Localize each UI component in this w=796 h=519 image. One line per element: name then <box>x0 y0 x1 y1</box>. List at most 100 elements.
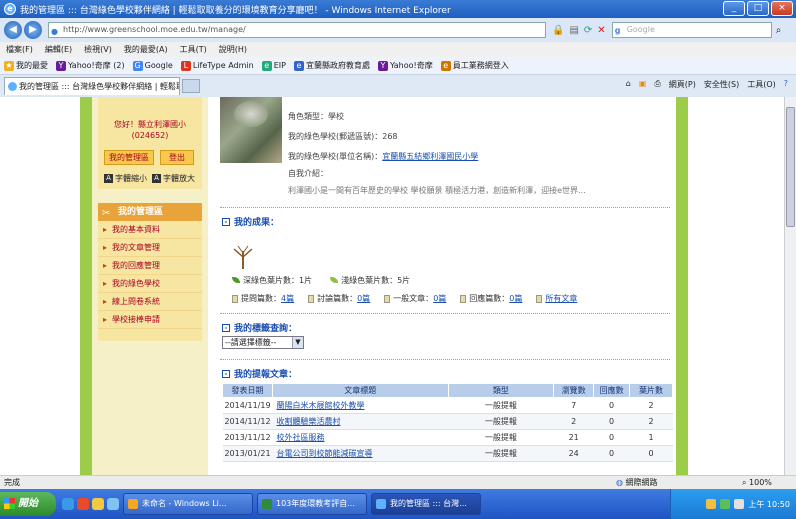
search-input[interactable]: g Google <box>611 22 772 38</box>
menu-item-relay[interactable]: 學校接棒申請 <box>98 311 202 329</box>
header-title[interactable]: 文章標題 <box>271 383 449 398</box>
home-icon[interactable]: ⌂ <box>626 79 631 90</box>
task-live-writer[interactable]: 未命名 - Windows Li... <box>123 493 253 515</box>
fav-eip[interactable]: e EIP <box>261 60 286 71</box>
cmd-safety[interactable]: 安全性(S) <box>704 79 739 90</box>
cell-leaves: 2 <box>629 397 673 414</box>
firefox-icon[interactable] <box>77 498 89 510</box>
fav-lifetype[interactable]: L LifeType Admin <box>180 60 254 71</box>
cell-responses: 0 <box>593 413 630 430</box>
search-icon[interactable]: ⌕ <box>776 25 782 36</box>
menu-item-articles[interactable]: 我的文章管理 <box>98 239 202 257</box>
fav-yahoo2[interactable]: Y Yahoo!奇摩 (2) <box>56 60 125 71</box>
chrome-icon[interactable] <box>92 498 104 510</box>
minimize-button[interactable]: _ <box>723 1 745 16</box>
scroll-thumb[interactable] <box>786 107 795 227</box>
cell-title-link[interactable]: 校外社區服務 <box>272 429 449 446</box>
menu-item-responses[interactable]: 我的回應管理 <box>98 257 202 275</box>
header-leaves[interactable]: 葉片數 <box>629 383 673 398</box>
cmd-tools[interactable]: 工具(O) <box>747 79 776 90</box>
school-label: 我的綠色學校(單位名稱)： <box>288 152 383 161</box>
menu-tools[interactable]: 工具(T) <box>180 44 207 55</box>
vertical-scrollbar[interactable] <box>784 97 796 475</box>
manage-button[interactable]: 我的管理區 <box>104 150 154 165</box>
menu-item-profile[interactable]: 我的基本資料 <box>98 221 202 239</box>
cmd-page[interactable]: 網頁(P) <box>669 79 696 90</box>
start-button[interactable]: 開始 <box>0 492 56 516</box>
tray-icon[interactable] <box>706 499 717 509</box>
maximize-button[interactable]: □ <box>747 1 769 16</box>
task-label: 我的管理區 ::: 台灣... <box>390 499 467 508</box>
cell-type: 一般提報 <box>448 429 554 446</box>
cell-title-link[interactable]: 收割體驗樂活農村 <box>272 413 449 430</box>
font-smaller-button[interactable]: A 字體縮小 <box>104 173 147 184</box>
back-button[interactable]: ◀ <box>4 21 22 39</box>
font-larger-button[interactable]: A 字體放大 <box>152 173 195 184</box>
zoom-control[interactable]: ⌕ 100% <box>742 476 772 489</box>
articles-title[interactable]: - 我的提報文章： <box>222 367 297 380</box>
ie-icon: e <box>4 3 16 15</box>
close-button[interactable]: × <box>771 1 793 16</box>
network-icon[interactable] <box>720 499 731 509</box>
tab-manage[interactable]: 我的管理區 ::: 台灣綠色學校夥伴網絡 | 輕鬆取取... <box>4 77 180 95</box>
logout-button[interactable]: 登出 <box>160 150 194 165</box>
count-label: 一般文章： <box>393 294 434 303</box>
forward-button[interactable]: ▶ <box>24 21 42 39</box>
cell-views: 21 <box>553 429 594 446</box>
school-link[interactable]: 宜蘭縣五結鄉利澤國民小學 <box>382 152 478 161</box>
fav-yahoo[interactable]: Y Yahoo!奇摩 <box>377 60 433 71</box>
count-value[interactable]: 0篇 <box>433 294 446 303</box>
system-tray: 上午 10:50 <box>670 489 796 519</box>
volume-icon[interactable] <box>734 499 745 509</box>
achievements-title[interactable]: - 我的成果： <box>222 215 279 228</box>
fav-gov[interactable]: e 宜蘭縣政府教育處 <box>293 60 370 71</box>
clock[interactable]: 上午 10:50 <box>748 499 790 510</box>
menu-help[interactable]: 說明(H) <box>219 44 247 55</box>
favorites-star[interactable]: ★ 我的最愛 <box>4 60 48 71</box>
compat-icon[interactable]: ▤ <box>569 25 578 36</box>
desktop-icon[interactable] <box>107 498 119 510</box>
fav-label: Yahoo!奇摩 <box>389 61 433 70</box>
task-excel[interactable]: 103年度環教考評自... <box>257 493 367 515</box>
header-date[interactable]: 發表日期 <box>222 383 273 398</box>
leaf-icon <box>330 277 339 283</box>
count-value[interactable]: 0篇 <box>357 294 370 303</box>
ie-icon[interactable] <box>62 498 74 510</box>
doc-icon <box>384 294 391 303</box>
menu-title-text: 我的管理區 <box>118 207 164 217</box>
all-articles-link[interactable]: 所有文章 <box>545 294 577 303</box>
page-icon: ● <box>51 27 58 36</box>
count-value[interactable]: 4篇 <box>281 294 294 303</box>
count-questions: 提問篇數：4篇 <box>232 293 294 304</box>
refresh-icon[interactable]: ⟳ <box>584 25 592 36</box>
tag-select[interactable]: --請選擇標籤-- ▼ <box>222 336 304 349</box>
task-ie[interactable]: 我的管理區 ::: 台灣... <box>371 493 481 515</box>
menu-file[interactable]: 檔案(F) <box>6 44 33 55</box>
fav-google[interactable]: G Google <box>132 60 173 71</box>
cell-title-link[interactable]: 台電公司到校節能減碳宣導 <box>272 445 449 462</box>
header-responses[interactable]: 回應數 <box>593 383 631 398</box>
print-icon[interactable]: ⎙ <box>654 79 660 90</box>
manage-menu: ✂我的管理區 我的基本資料 我的文章管理 我的回應管理 我的綠色學校 線上問卷系… <box>98 203 202 341</box>
feeds-icon[interactable]: ▣ <box>639 79 647 90</box>
table-row: 2013/11/12 校外社區服務 一般提報 21 0 1 <box>222 429 673 446</box>
menu-item-green-school[interactable]: 我的綠色學校 <box>98 275 202 293</box>
new-tab-button[interactable] <box>182 79 200 93</box>
fav-label: EIP <box>273 61 286 70</box>
stop-icon[interactable]: ✕ <box>597 25 605 36</box>
url-input[interactable]: ● http://www.greenschool.moe.edu.tw/mana… <box>48 22 546 38</box>
lock-icon[interactable]: 🔒 <box>552 25 564 36</box>
header-views[interactable]: 瀏覽數 <box>553 383 595 398</box>
fav-login[interactable]: e 員工業務網登入 <box>440 60 509 71</box>
menu-view[interactable]: 檢視(V) <box>84 44 112 55</box>
tab-bar: 我的管理區 ::: 台灣綠色學校夥伴網絡 | 輕鬆取取... ⌂ ▣ ⎙ 網頁(… <box>0 75 796 97</box>
count-value[interactable]: 0篇 <box>509 294 522 303</box>
header-type[interactable]: 類型 <box>447 383 555 398</box>
menu-favorites[interactable]: 我的最愛(A) <box>124 44 168 55</box>
school-photo <box>220 97 282 163</box>
help-icon[interactable]: ? <box>784 79 788 90</box>
menu-item-survey[interactable]: 線上問卷系統 <box>98 293 202 311</box>
cell-title-link[interactable]: 蘭陽白米木屐館校外教學 <box>272 397 449 414</box>
tags-title[interactable]: - 我的標籤查詢： <box>222 321 297 334</box>
menu-edit[interactable]: 編輯(E) <box>45 44 72 55</box>
